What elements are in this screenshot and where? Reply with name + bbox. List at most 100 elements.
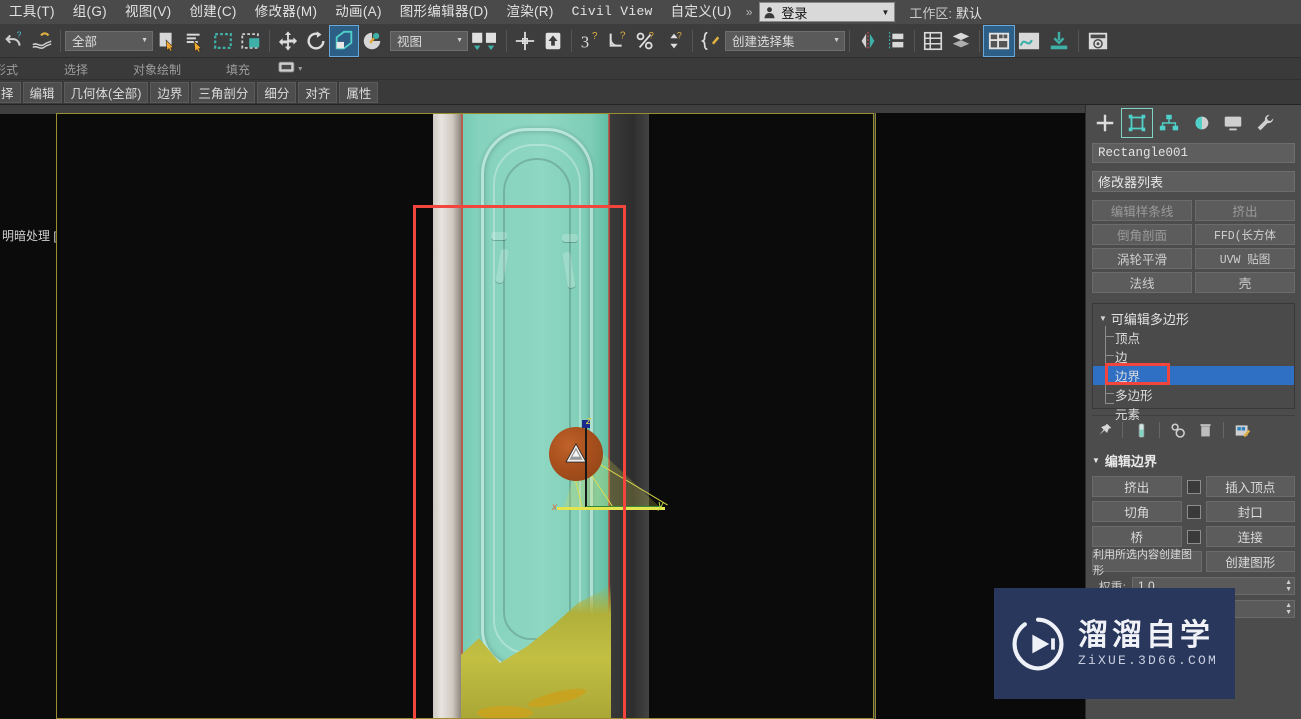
redo-icon[interactable] <box>28 26 56 56</box>
utilities-tab[interactable] <box>1250 109 1280 137</box>
toolbar-separator <box>1078 29 1079 52</box>
modbtn-normal[interactable]: 法线 <box>1092 272 1192 293</box>
stack-subobject-vertex[interactable]: 顶点 <box>1093 328 1294 347</box>
bridge-button[interactable]: 桥 <box>1092 526 1182 547</box>
menu-item-modifiers[interactable]: 修改器(M) <box>246 0 327 24</box>
ribbon-fill-swatch-icon[interactable]: ▾ <box>278 61 308 77</box>
login-dropdown[interactable]: 登录 ▼ <box>759 2 896 22</box>
select-and-move-icon[interactable] <box>274 26 302 56</box>
window-crossing-toggle-icon[interactable] <box>237 26 265 56</box>
menu-overflow-icon[interactable]: » <box>741 5 758 19</box>
select-and-rotate-icon[interactable] <box>302 26 330 56</box>
modbtn-shell[interactable]: 壳 <box>1195 272 1295 293</box>
ribbon-tab-properties[interactable]: 属性 <box>339 81 379 103</box>
hierarchy-tab[interactable] <box>1154 109 1184 137</box>
perspective-viewport[interactable]: z y x <box>56 113 874 719</box>
ribbon-tab-edit[interactable]: 编辑 <box>22 81 62 103</box>
selection-filter-combo[interactable]: 全部 ▼ <box>65 30 153 51</box>
reference-coordinate-combo[interactable]: 视图 ▼ <box>390 30 468 51</box>
curve-editor-icon[interactable] <box>1014 26 1044 56</box>
menu-item-graph-editors[interactable]: 图形编辑器(D) <box>391 0 498 24</box>
angle-snap-toggle-icon[interactable]: ? <box>604 26 632 56</box>
modify-tab[interactable] <box>1121 108 1153 138</box>
modbtn-extrude[interactable]: 挤出 <box>1195 200 1295 221</box>
ribbon-group-select: 选择 <box>64 63 89 77</box>
stack-subobject-border[interactable]: 边界 <box>1093 366 1294 385</box>
ribbon-tab-subdivision[interactable]: 细分 <box>257 81 297 103</box>
menu-item-rendering[interactable]: 渲染(R) <box>497 0 562 24</box>
motion-tab[interactable] <box>1186 109 1216 137</box>
object-name-field[interactable]: Rectangle001 <box>1092 143 1295 163</box>
material-editor-icon[interactable] <box>983 24 1015 57</box>
align-icon[interactable] <box>882 26 910 56</box>
rollout-header-edit-border[interactable]: ▼ 编辑边界 <box>1092 451 1295 470</box>
named-selection-sets-value: 创建选择集 <box>732 35 795 49</box>
percent-snap-3d-icon[interactable]: 3? <box>576 26 604 56</box>
workspace-value[interactable]: 默认 <box>956 3 982 22</box>
stack-subobject-polygon[interactable]: 多边形 <box>1093 385 1294 404</box>
create-shape-from-selection-button[interactable]: 利用所选内容创建图形 <box>1092 549 1202 577</box>
use-pivot-center-icon[interactable] <box>468 26 502 56</box>
scene-explorer-icon[interactable] <box>947 26 975 56</box>
insert-vertex-button[interactable]: 插入顶点 <box>1205 476 1295 497</box>
menu-item-group[interactable]: 组(G) <box>64 0 116 24</box>
stack-subobject-edge[interactable]: 边 <box>1093 347 1294 366</box>
gizmo-z-axis <box>585 422 587 508</box>
select-and-place-icon[interactable] <box>539 26 567 56</box>
modifier-stack[interactable]: ▼ 可编辑多边形 顶点 边 边界 多边形 元素 <box>1092 303 1295 422</box>
chamfer-settings-icon[interactable] <box>1186 504 1201 519</box>
bridge-settings-icon[interactable] <box>1186 529 1201 544</box>
menu-item-create[interactable]: 创建(C) <box>180 0 245 24</box>
modbtn-bevel-profile[interactable]: 倒角剖面 <box>1092 224 1192 245</box>
menu-item-tools[interactable]: 工具(T) <box>0 0 64 24</box>
extrude-settings-icon[interactable] <box>1186 479 1201 494</box>
snap-toggle-icon[interactable] <box>511 26 539 56</box>
stack-item-editable-poly[interactable]: ▼ 可编辑多边形 <box>1093 309 1294 328</box>
menu-item-views[interactable]: 视图(V) <box>116 0 181 24</box>
modbtn-uvw-map[interactable]: UVW 贴图 <box>1195 248 1295 269</box>
extrude-button[interactable]: 挤出 <box>1092 476 1182 497</box>
stack-subobject-element[interactable]: 元素 <box>1093 404 1294 423</box>
selected-edge-stroke-a <box>477 706 533 718</box>
select-object-icon[interactable] <box>153 26 181 56</box>
rectangular-selection-region-icon[interactable] <box>209 26 237 56</box>
max-application-window: 工具(T) 组(G) 视图(V) 创建(C) 修改器(M) 动画(A) 图形编辑… <box>0 0 1301 719</box>
modbtn-turbosmooth[interactable]: 涡轮平滑 <box>1092 248 1192 269</box>
select-and-manipulate-icon[interactable] <box>358 26 386 56</box>
ribbon-tab-select[interactable]: 择 <box>0 81 21 103</box>
named-selection-sets-combo[interactable]: 创建选择集 ▼ <box>725 30 845 51</box>
cap-button[interactable]: 封口 <box>1205 501 1295 522</box>
layer-manager-icon[interactable] <box>919 26 947 56</box>
spinner-arrows-icon[interactable]: ▲ ▼ <box>1285 602 1292 616</box>
percent-snap-toggle-icon[interactable]: ? <box>632 26 660 56</box>
modbtn-edit-spline[interactable]: 编辑样条线 <box>1092 200 1192 221</box>
select-by-name-icon[interactable] <box>181 26 209 56</box>
undo-icon[interactable]: ? <box>0 26 28 56</box>
modbtn-ffd-box[interactable]: FFD(长方体 <box>1195 224 1295 245</box>
edit-named-selection-sets-icon[interactable] <box>697 26 725 56</box>
ribbon-tab-triangulation[interactable]: 三角剖分 <box>191 81 256 103</box>
spinner-snap-toggle-icon[interactable]: ? <box>660 26 688 56</box>
watermark-overlay: 溜溜自学 ZiXUE.3D66.COM <box>994 588 1235 699</box>
render-setup-icon[interactable] <box>1083 26 1113 56</box>
ribbon-tab-align[interactable]: 对齐 <box>298 81 338 103</box>
select-and-scale-icon[interactable] <box>329 24 359 57</box>
viewport-shading-label[interactable]: 明暗处理 [ <box>2 227 57 244</box>
create-shape-button[interactable]: 创建图形 <box>1205 551 1295 572</box>
render-to-texture-icon[interactable] <box>1044 26 1074 56</box>
display-tab[interactable] <box>1218 109 1248 137</box>
menu-item-civil-view[interactable]: Civil View <box>563 0 662 24</box>
chamfer-button[interactable]: 切角 <box>1092 501 1182 522</box>
ribbon-tab-geometry-all[interactable]: 几何体(全部) <box>63 81 149 103</box>
modifier-list-dropdown[interactable]: 修改器列表 <box>1092 171 1295 192</box>
connect-button[interactable]: 连接 <box>1205 526 1295 547</box>
chevron-down-icon: ▼ <box>1099 314 1107 323</box>
ribbon-tab-row: 择 编辑 几何体(全部) 边界 三角剖分 细分 对齐 属性 <box>0 80 1301 105</box>
menu-item-customize[interactable]: 自定义(U) <box>662 0 741 24</box>
ribbon-tab-border[interactable]: 边界 <box>150 81 190 103</box>
mirror-icon[interactable] <box>854 26 882 56</box>
create-tab[interactable] <box>1090 109 1120 137</box>
spinner-arrows-icon[interactable]: ▲ ▼ <box>1285 579 1292 593</box>
door-ornament-tr <box>562 234 578 242</box>
menu-item-animation[interactable]: 动画(A) <box>326 0 391 24</box>
